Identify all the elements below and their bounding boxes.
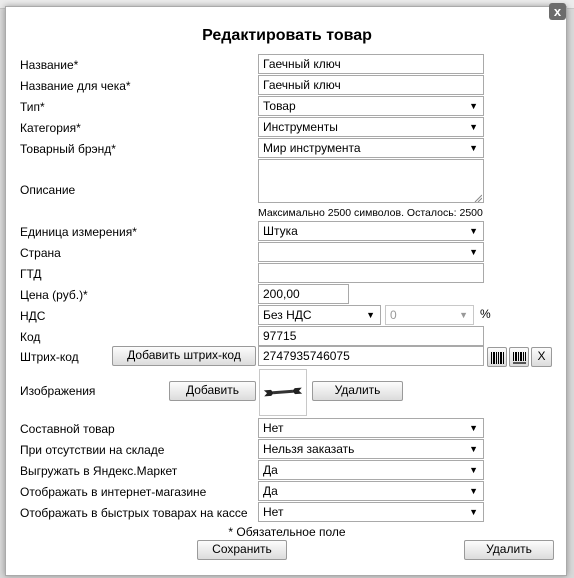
gtd-label: ГТД	[20, 267, 42, 281]
close-dialog-button[interactable]: x	[549, 3, 566, 20]
add-barcode-button[interactable]: Добавить штрих-код	[112, 346, 256, 366]
category-label: Категория*	[20, 121, 81, 135]
clear-barcode-button[interactable]: X	[531, 347, 552, 367]
out-of-stock-select[interactable]: Нельзя заказать	[258, 439, 484, 459]
price-label: Цена (руб.)*	[20, 288, 88, 302]
price-input[interactable]: 200,00	[258, 284, 349, 304]
dialog-title: Редактировать товар	[202, 27, 372, 44]
receipt-name-input[interactable]: Гаечный ключ	[258, 75, 484, 95]
yandex-market-label: Выгружать в Яндекс.Маркет	[20, 464, 178, 478]
brand-select[interactable]: Мир инструмента	[258, 138, 484, 158]
category-select[interactable]: Инструменты	[258, 117, 484, 137]
barcode-print-icon	[513, 352, 526, 364]
composite-label: Составной товар	[20, 422, 115, 436]
composite-select[interactable]: Нет	[258, 418, 484, 438]
quick-checkout-label: Отображать в быстрых товарах на кассе	[20, 506, 248, 520]
name-input[interactable]: Гаечный ключ	[258, 54, 484, 74]
description-textarea[interactable]	[258, 159, 484, 203]
barcode-label: Штрих-код	[20, 350, 79, 364]
code-label: Код	[20, 330, 41, 344]
delete-button[interactable]: Удалить	[464, 540, 554, 560]
add-image-button[interactable]: Добавить	[169, 381, 256, 401]
vat-label: НДС	[20, 309, 46, 323]
wrench-icon	[263, 387, 303, 397]
image-thumbnail[interactable]	[259, 369, 307, 416]
country-label: Страна	[20, 246, 61, 260]
images-label: Изображения	[20, 384, 96, 398]
yandex-market-select[interactable]: Да	[258, 460, 484, 480]
barcode-input[interactable]: 2747935746075	[258, 346, 484, 366]
generate-barcode-button[interactable]	[487, 347, 507, 367]
required-field-note: * Обязательное поле	[228, 525, 346, 539]
quick-checkout-select[interactable]: Нет	[258, 502, 484, 522]
brand-label: Товарный брэнд*	[20, 142, 116, 156]
resize-grip-icon[interactable]	[474, 194, 482, 202]
delete-image-button[interactable]: Удалить	[312, 381, 403, 401]
type-select[interactable]: Товар	[258, 96, 484, 116]
barcode-icon	[491, 352, 504, 364]
vat-percent-sign: %	[480, 307, 491, 321]
code-input[interactable]: 97715	[258, 326, 484, 346]
unit-select[interactable]: Штука	[258, 221, 484, 241]
print-barcode-button[interactable]	[509, 347, 529, 367]
country-select[interactable]	[258, 242, 484, 262]
name-label: Название*	[20, 58, 79, 72]
out-of-stock-label: При отсутствии на складе	[20, 443, 165, 457]
vat-rate-select: 0	[385, 305, 474, 325]
type-label: Тип*	[20, 100, 45, 114]
unit-label: Единица измерения*	[20, 225, 137, 239]
save-button[interactable]: Сохранить	[197, 540, 287, 560]
description-char-hint: Максимально 2500 символов. Осталось: 250…	[258, 207, 483, 219]
gtd-input[interactable]	[258, 263, 484, 283]
description-label: Описание	[20, 183, 76, 197]
vat-select[interactable]: Без НДС	[258, 305, 381, 325]
receipt-name-label: Название для чека*	[20, 79, 131, 93]
show-in-shop-label: Отображать в интернет-магазине	[20, 485, 207, 499]
show-in-shop-select[interactable]: Да	[258, 481, 484, 501]
